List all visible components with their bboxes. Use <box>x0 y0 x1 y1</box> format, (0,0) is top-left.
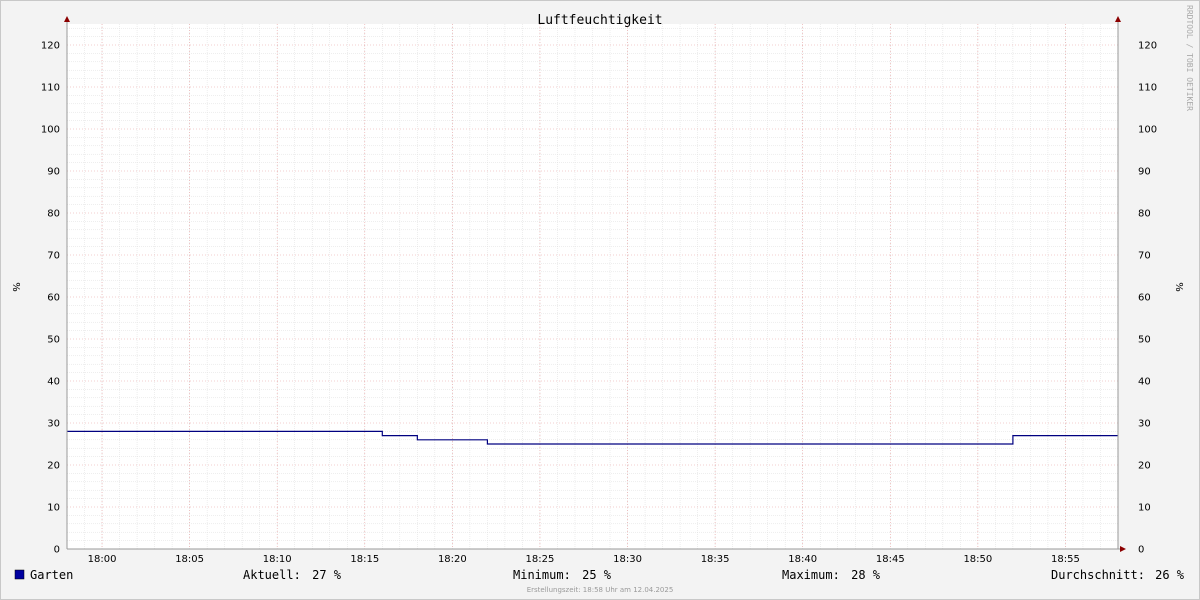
y-axis-arrow-left <box>64 16 70 22</box>
x-tick-labels: 18:00 18:05 18:10 18:15 18:20 18:25 18:30 18:35… <box>88 554 1080 565</box>
y-tick-label-left: 30 <box>47 419 60 430</box>
x-tick-label: 18:15 <box>350 554 379 565</box>
y-axis-label-right: % <box>1173 282 1184 292</box>
y-tick-label-left: 100 <box>41 125 60 136</box>
y-axis-arrow-right <box>1115 16 1121 22</box>
y-tick-label-left: 50 <box>47 335 60 346</box>
grid-minor <box>67 24 1118 549</box>
x-tick-label: 18:30 <box>613 554 642 565</box>
y-tick-label-right: 50 <box>1138 335 1151 346</box>
y-tick-label-left: 0 <box>54 545 60 556</box>
legend-minimum-label: Minimum: <box>513 568 571 582</box>
y-tick-label-left: 60 <box>47 293 60 304</box>
legend-current-label: Aktuell: <box>243 568 301 582</box>
legend-current-value: 27 % <box>312 568 342 582</box>
y-tick-label-right: 70 <box>1138 251 1151 262</box>
y-tick-label-right: 90 <box>1138 167 1151 178</box>
x-axis-arrow <box>1120 546 1126 552</box>
x-tick-label: 18:00 <box>88 554 117 565</box>
y-tick-label-left: 80 <box>47 209 60 220</box>
y-tick-label-left: 90 <box>47 167 60 178</box>
y-tick-label-right: 10 <box>1138 503 1151 514</box>
rrdtool-watermark: RRDTOOL / TOBI OETIKER <box>1185 5 1194 111</box>
y-tick-labels-right: 0 10 20 30 40 50 60 70 80 90 100 110 120 <box>1138 41 1157 556</box>
y-tick-label-right: 30 <box>1138 419 1151 430</box>
legend-average-label: Durchschnitt: <box>1051 568 1145 582</box>
y-axis-label-left: % <box>10 282 21 292</box>
chart-title: Luftfeuchtigkeit <box>537 13 662 28</box>
chart: 0 10 20 30 40 50 60 70 80 90 100 110 120 0 10 20 30 40 50… <box>10 5 1194 594</box>
y-tick-label-right: 120 <box>1138 41 1157 52</box>
legend-minimum-value: 25 % <box>582 568 612 582</box>
y-tick-label-right: 100 <box>1138 125 1157 136</box>
x-tick-label: 18:55 <box>1051 554 1080 565</box>
y-tick-label-right: 110 <box>1138 83 1157 94</box>
y-tick-label-right: 40 <box>1138 377 1151 388</box>
x-tick-label: 18:35 <box>701 554 730 565</box>
x-tick-label: 18:20 <box>438 554 467 565</box>
x-tick-label: 18:25 <box>526 554 555 565</box>
y-tick-label-left: 70 <box>47 251 60 262</box>
legend-maximum-label: Maximum: <box>782 568 840 582</box>
y-tick-label-right: 60 <box>1138 293 1151 304</box>
legend-swatch <box>14 569 25 580</box>
legend-series-label: Garten <box>30 568 73 582</box>
legend-maximum-value: 28 % <box>851 568 881 582</box>
x-tick-label: 18:10 <box>263 554 292 565</box>
y-tick-label-left: 120 <box>41 41 60 52</box>
y-tick-label-left: 10 <box>47 503 60 514</box>
x-tick-label: 18:05 <box>175 554 204 565</box>
y-tick-label-right: 80 <box>1138 209 1151 220</box>
y-tick-label-left: 40 <box>47 377 60 388</box>
y-tick-labels-left: 0 10 20 30 40 50 60 70 80 90 100 110 120 <box>41 41 60 556</box>
y-tick-label-right: 20 <box>1138 461 1151 472</box>
x-tick-label: 18:50 <box>963 554 992 565</box>
y-tick-label-left: 20 <box>47 461 60 472</box>
y-tick-label-left: 110 <box>41 83 60 94</box>
x-tick-label: 18:40 <box>788 554 817 565</box>
y-tick-label-right: 0 <box>1138 545 1144 556</box>
footer-timestamp: Erstellungszeit: 18:58 Uhr am 12.04.2025 <box>527 586 674 594</box>
x-tick-label: 18:45 <box>876 554 905 565</box>
legend-average-value: 26 % <box>1155 568 1185 582</box>
